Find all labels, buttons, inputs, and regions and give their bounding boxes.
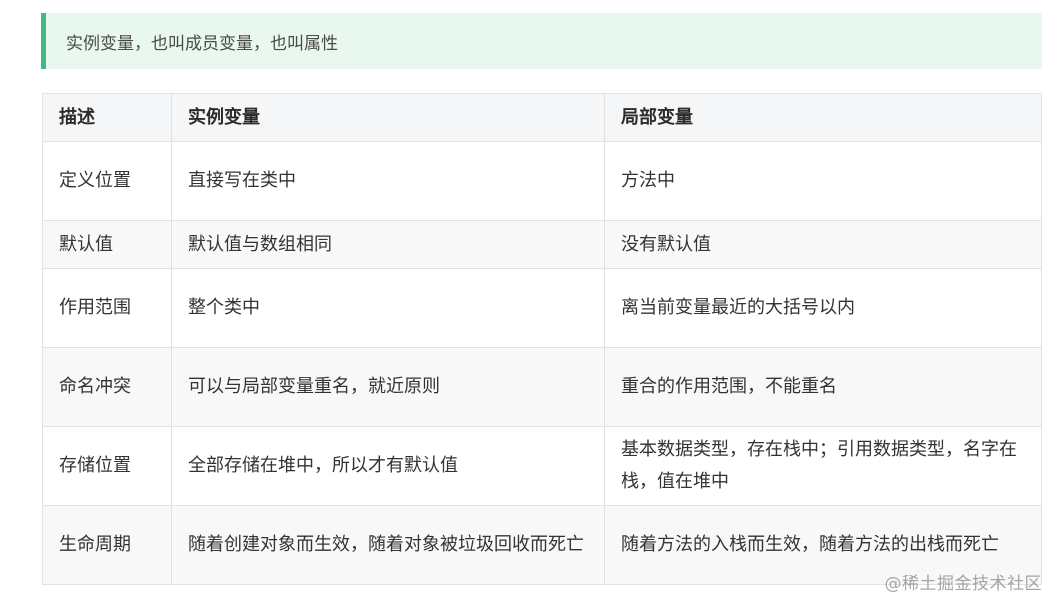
instance-variable-cell: 随着创建对象而生效，随着对象被垃圾回收而死亡 xyxy=(171,505,605,585)
row-label: 生命周期 xyxy=(42,505,172,585)
table-header-row: 描述 实例变量 局部变量 xyxy=(42,93,1042,142)
header-local-variable: 局部变量 xyxy=(604,93,1042,142)
table-row: 存储位置 全部存储在堆中，所以才有默认值 基本数据类型，存在栈中；引用数据类型，… xyxy=(42,426,1042,506)
tip-callout: 实例变量，也叫成员变量，也叫属性 xyxy=(41,13,1042,69)
table-row: 作用范围 整个类中 离当前变量最近的大括号以内 xyxy=(42,268,1042,348)
local-variable-cell: 没有默认值 xyxy=(604,220,1042,269)
row-label: 存储位置 xyxy=(42,426,172,506)
instance-variable-cell: 默认值与数组相同 xyxy=(171,220,605,269)
header-instance-variable: 实例变量 xyxy=(171,93,605,142)
tip-text: 实例变量，也叫成员变量，也叫属性 xyxy=(66,33,338,54)
local-variable-cell: 重合的作用范围，不能重名 xyxy=(604,347,1042,427)
instance-variable-cell: 全部存储在堆中，所以才有默认值 xyxy=(171,426,605,506)
comparison-table: 描述 实例变量 局部变量 定义位置 直接写在类中 方法中 默认值 默认值与数组相… xyxy=(42,93,1042,585)
table-row: 命名冲突 可以与局部变量重名，就近原则 重合的作用范围，不能重名 xyxy=(42,347,1042,427)
table-row: 定义位置 直接写在类中 方法中 xyxy=(42,141,1042,221)
instance-variable-cell: 可以与局部变量重名，就近原则 xyxy=(171,347,605,427)
local-variable-cell: 基本数据类型，存在栈中；引用数据类型，名字在栈，值在堆中 xyxy=(604,426,1042,506)
watermark: @稀土掘金技术社区 xyxy=(884,574,1042,594)
row-label: 定义位置 xyxy=(42,141,172,221)
local-variable-cell: 离当前变量最近的大括号以内 xyxy=(604,268,1042,348)
instance-variable-cell: 整个类中 xyxy=(171,268,605,348)
instance-variable-cell: 直接写在类中 xyxy=(171,141,605,221)
row-label: 命名冲突 xyxy=(42,347,172,427)
row-label: 默认值 xyxy=(42,220,172,269)
row-label: 作用范围 xyxy=(42,268,172,348)
table-row: 默认值 默认值与数组相同 没有默认值 xyxy=(42,220,1042,269)
header-description: 描述 xyxy=(42,93,172,142)
local-variable-cell: 方法中 xyxy=(604,141,1042,221)
